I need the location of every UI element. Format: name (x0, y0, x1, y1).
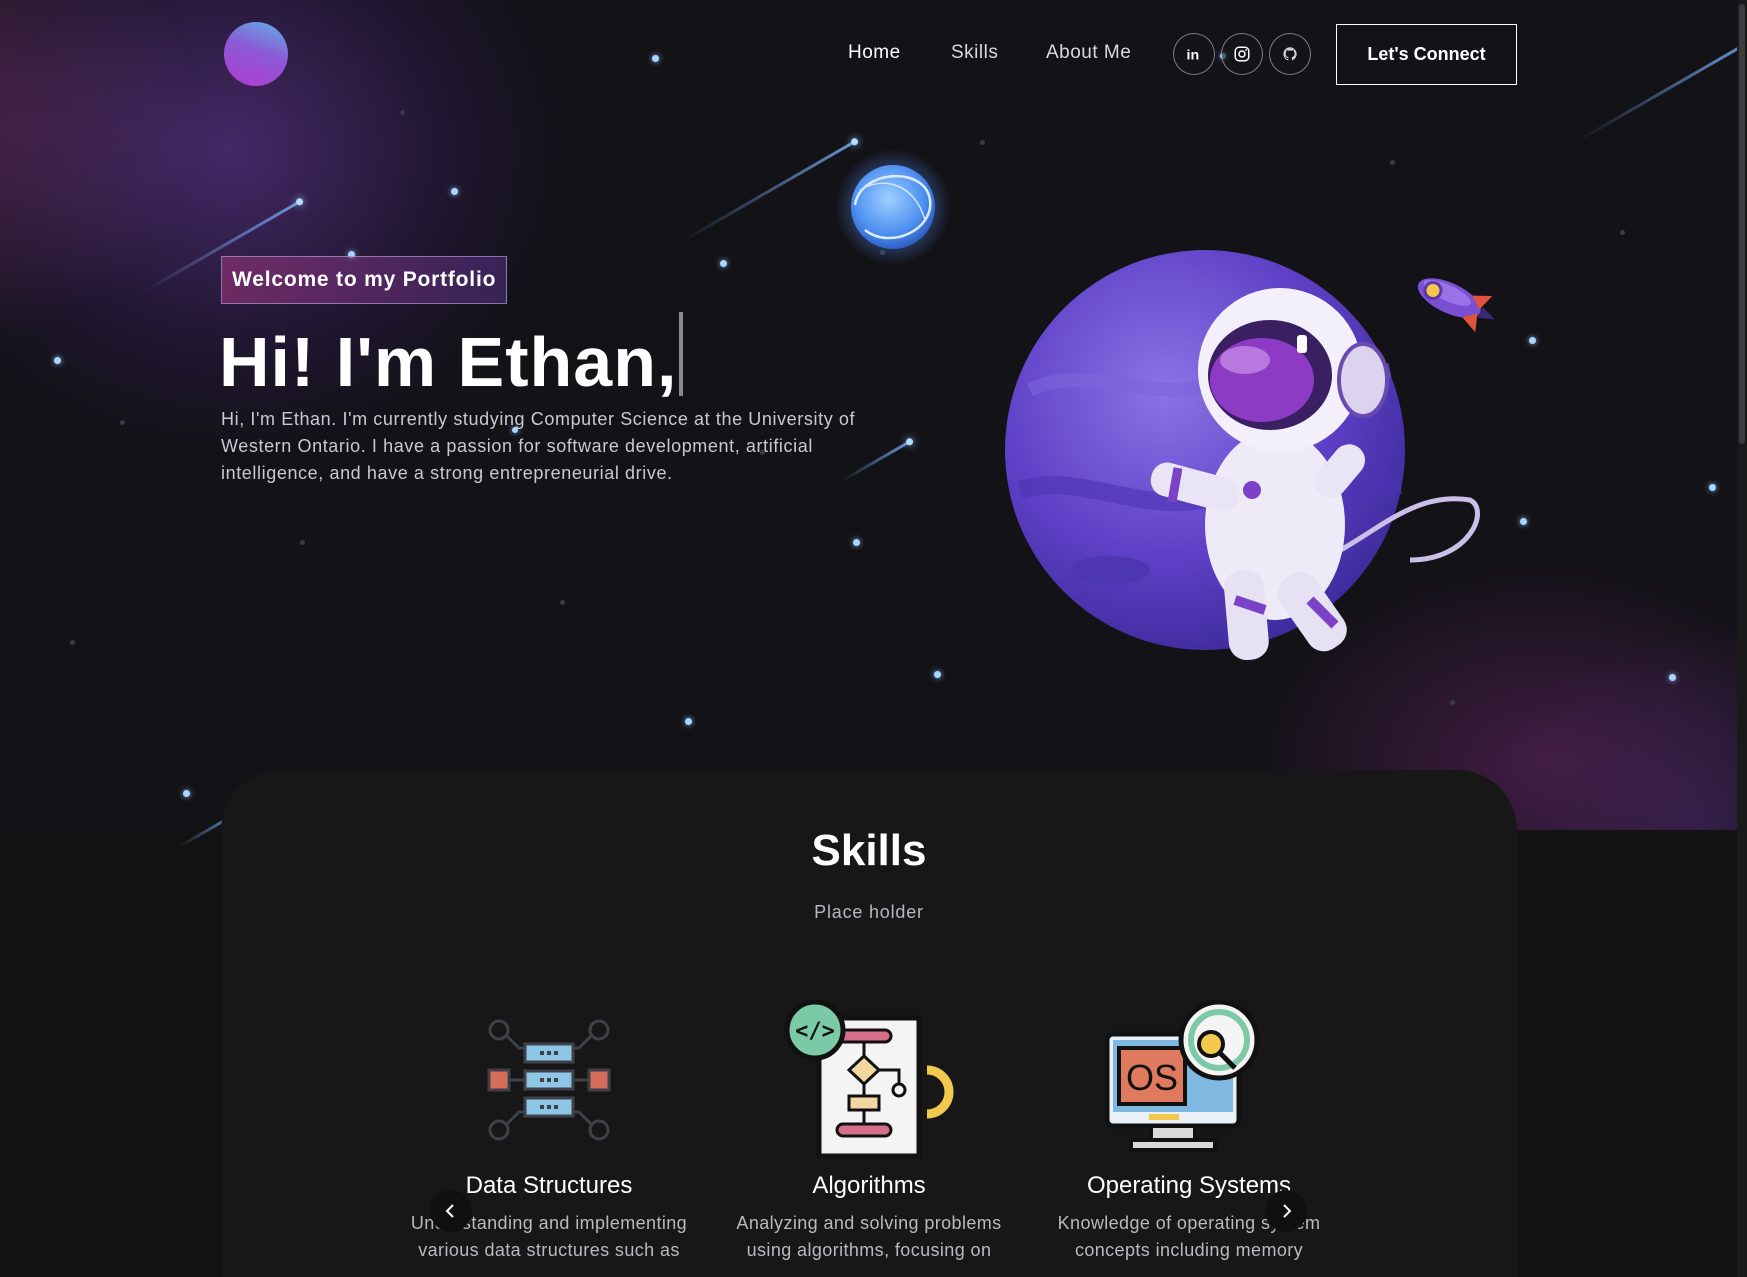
instagram-icon (1234, 46, 1250, 62)
skills-title: Skills (811, 826, 927, 875)
star (1520, 518, 1527, 525)
skill-description: Analyzing and solving problems using alg… (736, 1213, 1002, 1260)
svg-text:</>: </> (795, 1019, 835, 1044)
star (1620, 230, 1625, 235)
star (720, 260, 727, 267)
star (1390, 160, 1395, 165)
instagram-button[interactable] (1221, 33, 1263, 75)
carousel-next-button[interactable] (1265, 1190, 1307, 1232)
github-icon (1283, 47, 1297, 61)
star (980, 140, 985, 145)
svg-text:OS: OS (1126, 1057, 1178, 1098)
star (853, 539, 860, 546)
star (120, 420, 125, 425)
linkedin-button[interactable]: in (1173, 33, 1215, 75)
star (1709, 484, 1716, 491)
logo[interactable] (224, 22, 288, 86)
blue-planet-icon (835, 150, 951, 265)
star (451, 188, 458, 195)
hero-description: Hi, I'm Ethan. I'm currently studying Co… (221, 409, 856, 483)
astronaut-illustration (1005, 250, 1480, 661)
page-scrollbar[interactable] (1737, 0, 1747, 1277)
scrollbar-thumb[interactable] (1739, 4, 1745, 444)
star (1529, 337, 1536, 344)
skill-card-algorithms[interactable]: </> Algorithms Analyzing and solving pro… (719, 1000, 1019, 1264)
star (400, 110, 405, 115)
star (1669, 674, 1676, 681)
os-monitor-icon: OS (1104, 1000, 1260, 1152)
carousel-prev-button[interactable] (430, 1190, 472, 1232)
github-button[interactable] (1269, 33, 1311, 75)
star (652, 55, 659, 62)
star (1450, 700, 1455, 705)
star (560, 600, 565, 605)
star (685, 718, 692, 725)
skills-section: Skills Place holder Data Structures Unde… (221, 770, 1517, 1277)
linkedin-icon: in (1187, 47, 1200, 63)
flowchart-code-icon: </> (784, 1000, 954, 1159)
star (183, 790, 190, 797)
skills-subtitle: Place holder (814, 902, 924, 922)
star (70, 640, 75, 645)
nav-skills[interactable]: Skills (951, 42, 998, 64)
chevron-left-icon (445, 1204, 454, 1218)
typing-cursor (679, 312, 684, 396)
server-icon (487, 1019, 611, 1141)
portfolio-page: Home Skills About Me in Let's Connect We… (0, 0, 1747, 1277)
svg-text:in: in (1187, 47, 1200, 63)
star (54, 357, 61, 364)
nav-home[interactable]: Home (848, 42, 901, 64)
star (300, 540, 305, 545)
hero-title: Hi! I'm Ethan, (219, 312, 684, 402)
welcome-tagline: Welcome to my Portfolio (221, 256, 508, 304)
hero-title-text: Hi! I'm Ethan, (219, 323, 678, 401)
chevron-right-icon (1283, 1204, 1292, 1218)
star (934, 671, 941, 678)
lets-connect-button[interactable]: Let's Connect (1336, 24, 1517, 85)
nav-about-me[interactable]: About Me (1046, 42, 1131, 64)
meteor (1576, 40, 1747, 143)
skill-name: Algorithms (812, 1172, 926, 1199)
